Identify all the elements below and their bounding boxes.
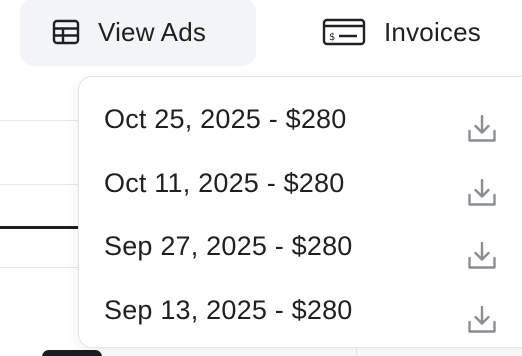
invoice-card-icon: $: [322, 17, 366, 47]
background-pill: [42, 350, 102, 356]
background-divider: [0, 267, 80, 268]
invoices-label: Invoices: [384, 16, 481, 47]
invoice-item-label: Oct 11, 2025 - $280: [104, 167, 345, 198]
background-divider: [0, 120, 80, 121]
invoices-button[interactable]: $ Invoices: [306, 0, 522, 66]
background-active-underline: [0, 226, 80, 229]
invoice-item-label: Oct 25, 2025 - $280: [104, 103, 347, 134]
invoices-dropdown: Oct 25, 2025 - $280 Oct 11, 2025 - $280: [78, 76, 522, 348]
view-ads-button[interactable]: View Ads: [20, 0, 256, 66]
download-icon[interactable]: [467, 242, 497, 270]
background-divider: [0, 184, 80, 185]
invoice-menu-item[interactable]: Sep 13, 2025 - $280: [79, 278, 522, 342]
view-ads-label: View Ads: [98, 16, 207, 47]
invoice-menu-item[interactable]: Sep 27, 2025 - $280: [79, 214, 522, 278]
invoice-menu-item[interactable]: Oct 25, 2025 - $280: [79, 87, 522, 151]
page: View Ads $ Invoices Oct 25, 2025 - $280: [0, 0, 522, 356]
download-icon[interactable]: [467, 306, 497, 334]
download-icon[interactable]: [467, 179, 497, 207]
background-divider-vertical: [356, 348, 357, 356]
table-grid-icon: [52, 19, 80, 45]
invoice-item-label: Sep 27, 2025 - $280: [104, 230, 353, 261]
svg-text:$: $: [329, 32, 336, 43]
download-icon[interactable]: [467, 115, 497, 143]
invoice-item-label: Sep 13, 2025 - $280: [104, 294, 353, 325]
invoice-menu-item[interactable]: Oct 11, 2025 - $280: [79, 151, 522, 215]
